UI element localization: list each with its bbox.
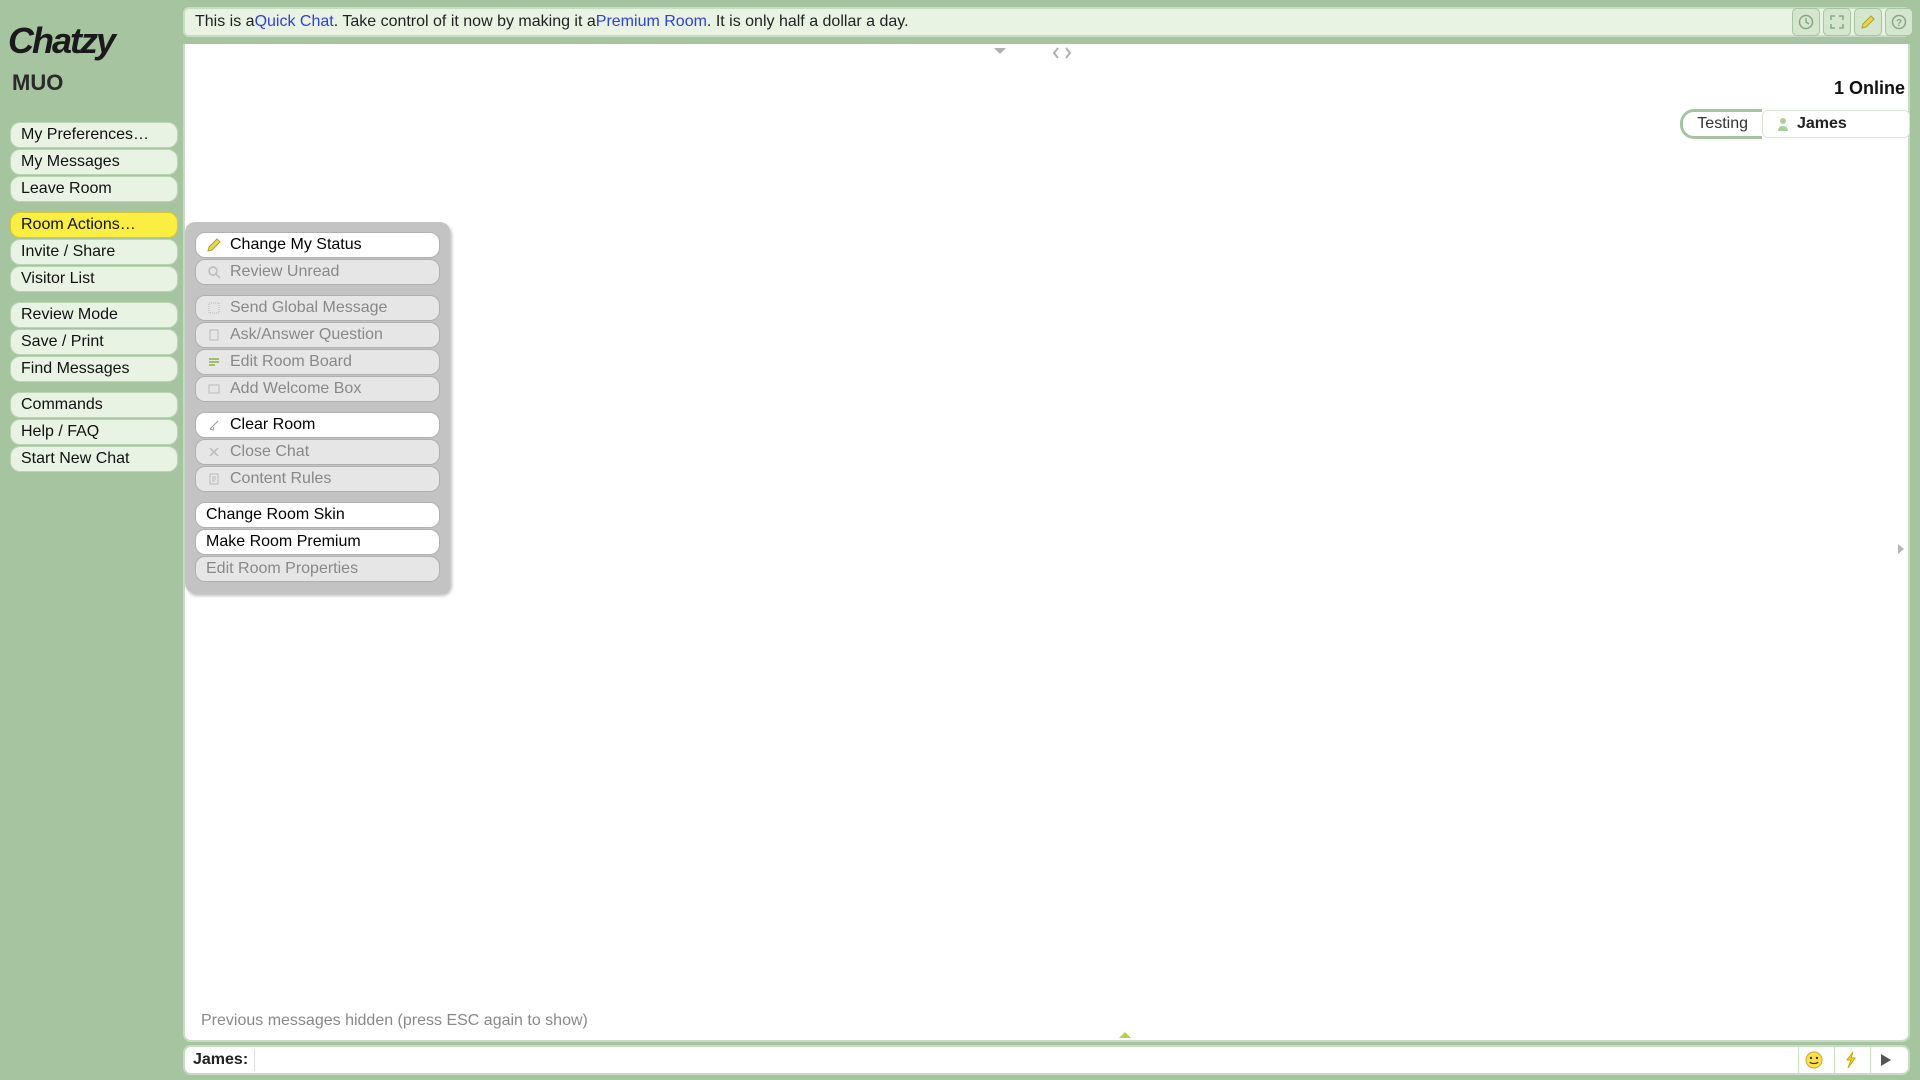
sidebar-save-print[interactable]: Save / Print [10,329,178,355]
pencil-icon[interactable] [1854,8,1882,36]
menu-edit-room-board[interactable]: Edit Room Board [195,349,440,375]
menu-ask-answer-question[interactable]: Ask/Answer Question [195,322,440,348]
menu-label: Change My Status [230,236,362,254]
clock-icon[interactable] [1792,8,1820,36]
menu-label: Make Room Premium [206,533,361,551]
banner-text-3: . It is only half a dollar a day. [707,13,909,31]
search-icon [206,264,222,280]
sidebar-commands[interactable]: Commands [10,392,178,418]
message-input-bar: James: [183,1045,1910,1075]
sidebar-invite-share[interactable]: Invite / Share [10,239,178,265]
sidebar-leave-room[interactable]: Leave Room [10,176,178,202]
menu-edit-room-properties[interactable]: Edit Room Properties [195,556,440,582]
fullscreen-icon[interactable] [1823,8,1851,36]
sidebar-help-faq[interactable]: Help / FAQ [10,419,178,445]
sidebar: My Preferences… My Messages Leave Room R… [10,122,178,482]
help-icon[interactable]: ? [1885,8,1913,36]
menu-change-room-skin[interactable]: Change Room Skin [195,502,440,528]
menu-review-unread[interactable]: Review Unread [195,259,440,285]
action-button[interactable] [1834,1047,1864,1073]
menu-label: Review Unread [230,263,339,281]
menu-clear-room[interactable]: Clear Room [195,412,440,438]
rules-icon [206,471,222,487]
hidden-messages-notice: Previous messages hidden (press ESC agai… [201,1012,588,1030]
emoji-button[interactable] [1798,1047,1828,1073]
menu-close-chat[interactable]: Close Chat [195,439,440,465]
banner-text-1: This is a [195,13,255,31]
message-input[interactable] [254,1049,1792,1071]
menu-label: Edit Room Board [230,353,352,371]
app-logo[interactable]: Chatzy [8,20,114,62]
sidebar-my-preferences[interactable]: My Preferences… [10,122,178,148]
globe-msg-icon [206,300,222,316]
box-icon [206,381,222,397]
room-actions-menu: Change My Status Review Unread Send Glob… [185,222,450,593]
user-status-text[interactable]: Testing [1680,109,1762,139]
menu-label: Content Rules [230,470,331,488]
banner-text-2: . Take control of it now by making it a [334,13,596,31]
svg-text:?: ? [1896,18,1902,29]
pencil-icon [206,237,222,253]
menu-send-global-message[interactable]: Send Global Message [195,295,440,321]
menu-label: Ask/Answer Question [230,326,383,344]
premium-room-link[interactable]: Premium Room [596,13,707,31]
online-count: 1 Online [1680,78,1910,99]
user-name: James [1797,115,1847,133]
sidebar-room-actions[interactable]: Room Actions… [10,212,178,238]
status-banner: This is a Quick Chat . Take control of i… [183,7,1910,37]
user-entry[interactable]: James [1762,110,1910,138]
menu-label: Change Room Skin [206,506,345,524]
question-icon [206,327,222,343]
sidebar-start-new-chat[interactable]: Start New Chat [10,446,178,472]
input-username-label: James: [193,1051,248,1069]
close-icon [206,444,222,460]
send-button[interactable] [1870,1047,1900,1073]
sidebar-find-messages[interactable]: Find Messages [10,356,178,382]
user-icon [1775,116,1791,132]
menu-change-my-status[interactable]: Change My Status [195,232,440,258]
scroll-up-icon[interactable] [1117,1030,1133,1040]
menu-add-welcome-box[interactable]: Add Welcome Box [195,376,440,402]
menu-make-room-premium[interactable]: Make Room Premium [195,529,440,555]
board-icon [206,354,222,370]
sidebar-my-messages[interactable]: My Messages [10,149,178,175]
sidebar-visitor-list[interactable]: Visitor List [10,266,178,292]
broom-icon [206,417,222,433]
scroll-down-icon[interactable] [992,46,1008,58]
quick-chat-link[interactable]: Quick Chat [255,13,334,31]
right-panel-toggle-icon[interactable] [1896,542,1906,556]
sidebar-review-mode[interactable]: Review Mode [10,302,178,328]
menu-label: Edit Room Properties [206,560,358,578]
expand-icon[interactable] [1052,46,1072,60]
menu-label: Send Global Message [230,299,387,317]
menu-content-rules[interactable]: Content Rules [195,466,440,492]
menu-label: Clear Room [230,416,315,434]
room-title: MUO [12,70,63,96]
online-panel: 1 Online Testing James [1680,78,1910,139]
menu-label: Close Chat [230,443,309,461]
menu-label: Add Welcome Box [230,380,361,398]
